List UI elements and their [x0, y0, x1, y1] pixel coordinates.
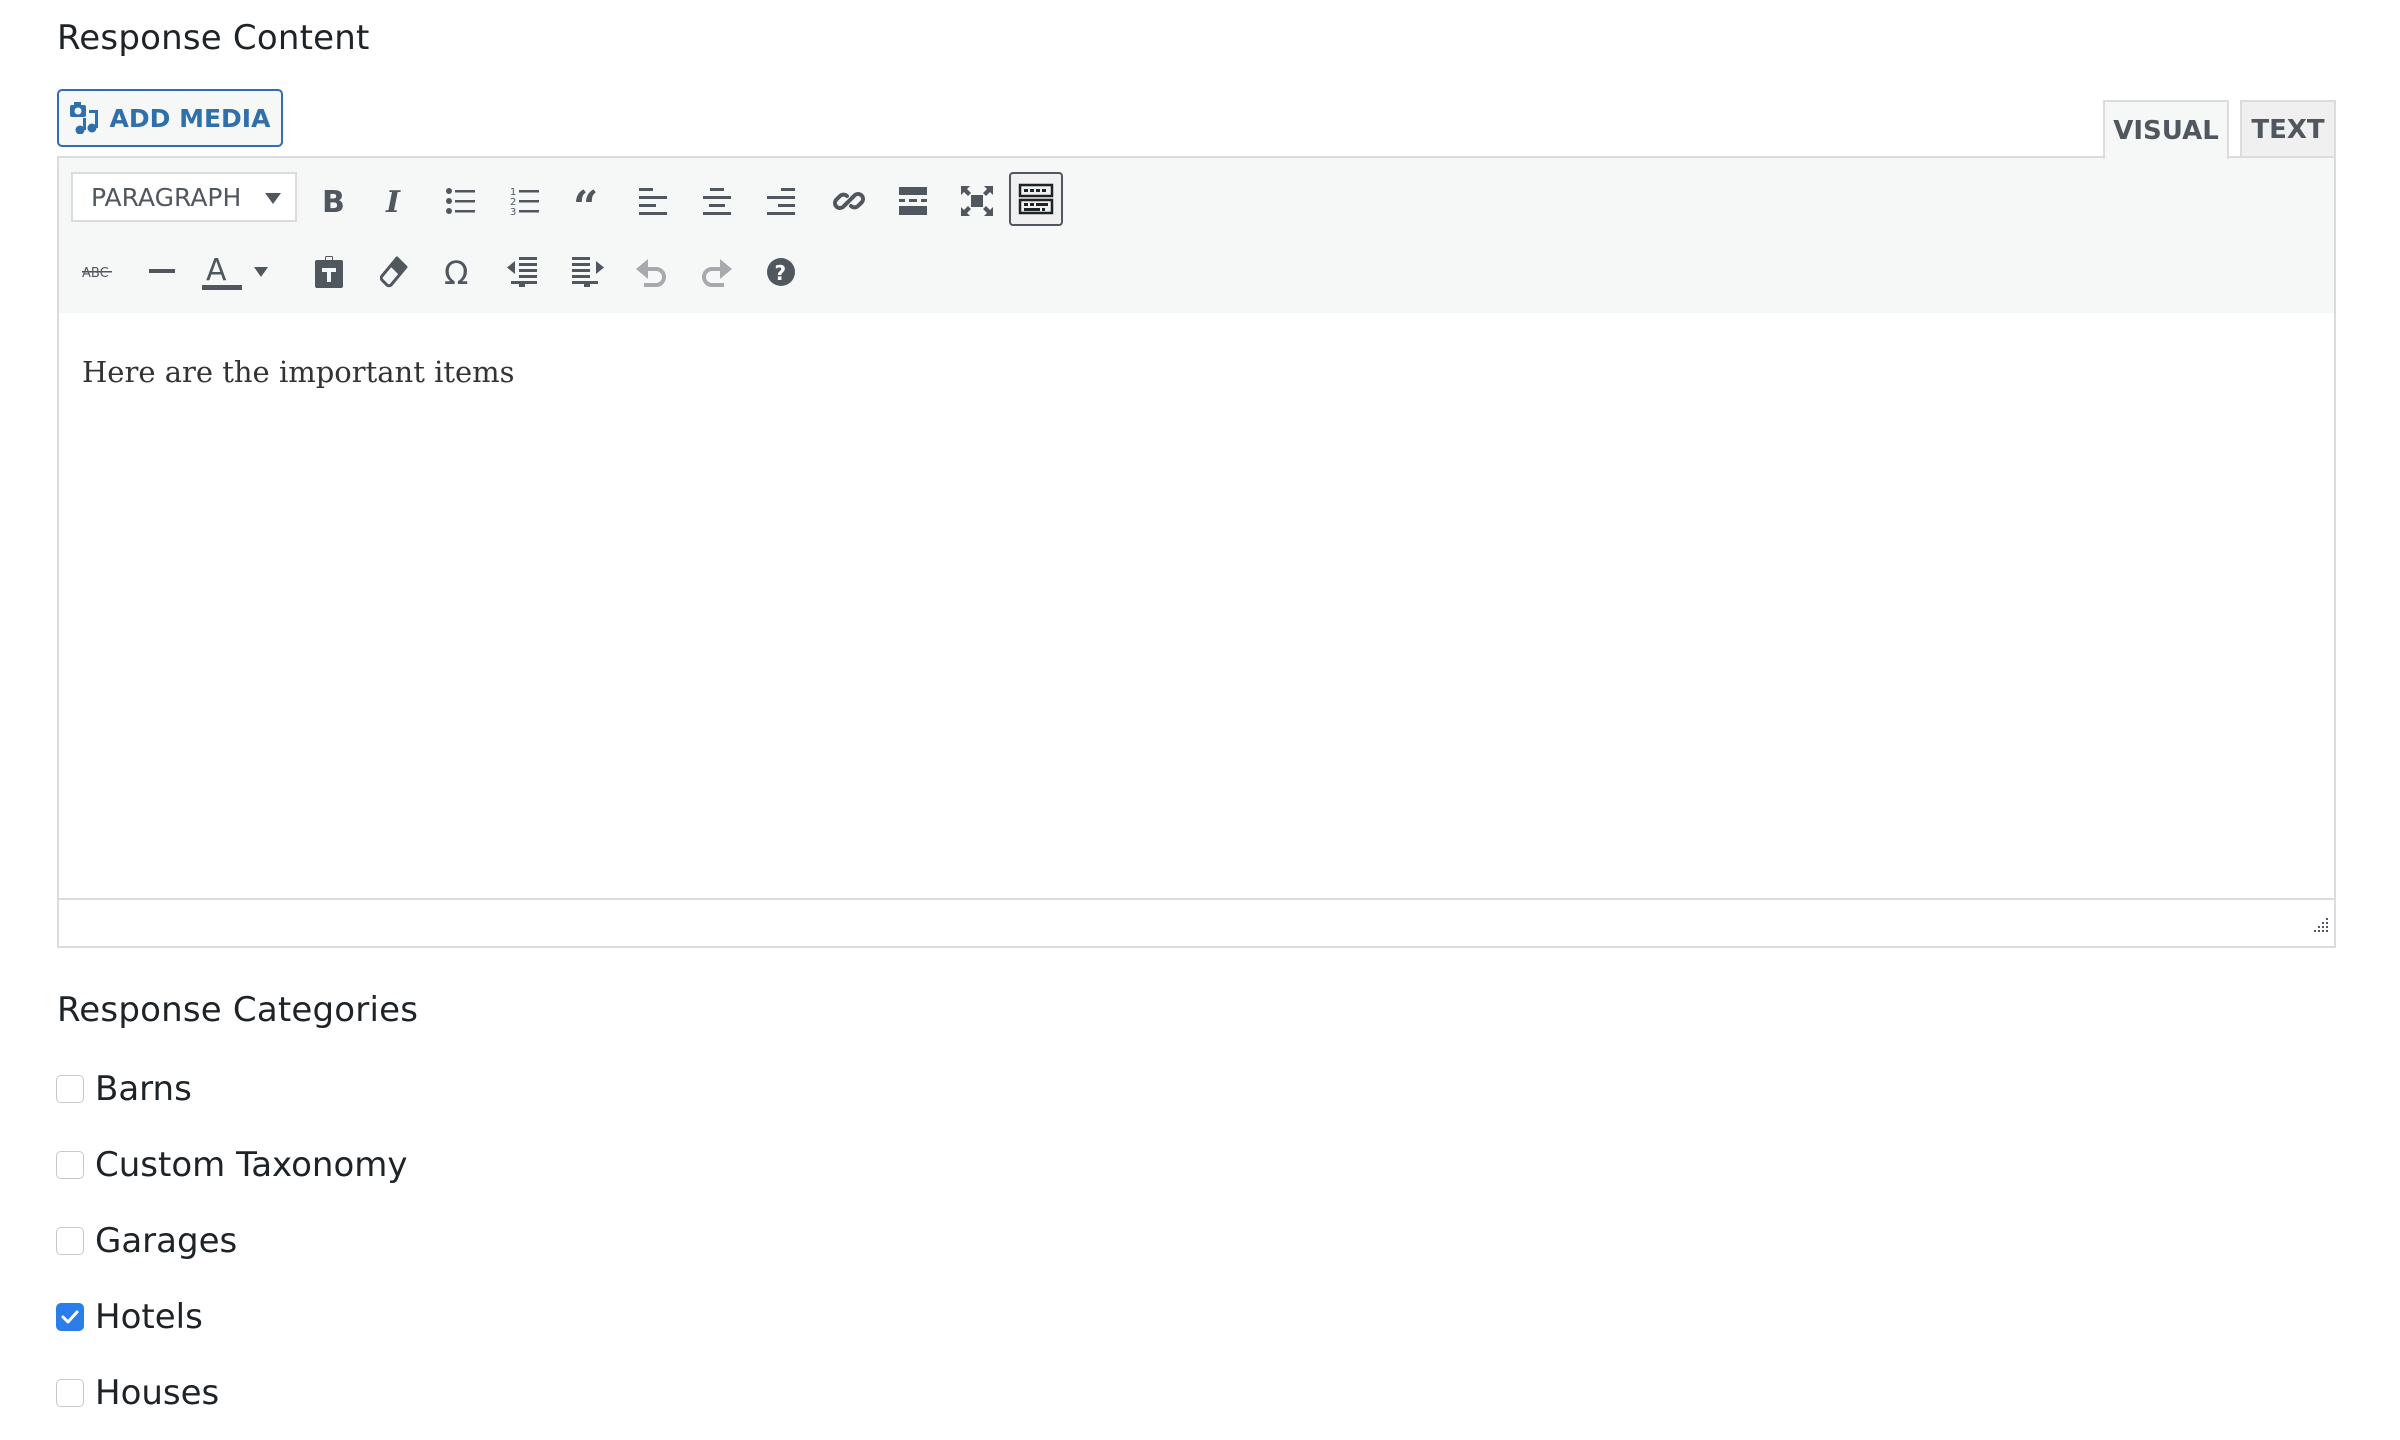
chevron-down-icon: [254, 267, 268, 277]
indent-icon: [572, 257, 604, 287]
help-icon: ?: [767, 258, 795, 286]
category-item[interactable]: Barns: [56, 1069, 192, 1109]
align-left-button[interactable]: [626, 174, 680, 228]
redo-button[interactable]: [689, 245, 743, 299]
indent-button[interactable]: [561, 245, 615, 299]
text-color-dropdown[interactable]: [246, 245, 276, 299]
clear-formatting-icon: [380, 256, 408, 288]
special-character-icon: Ω: [444, 257, 468, 287]
redo-icon: [702, 259, 732, 287]
insert-link-button[interactable]: [822, 174, 876, 228]
format-select[interactable]: PARAGRAPH: [71, 172, 297, 222]
paste-text-icon: [315, 256, 343, 288]
response-categories-heading: Response Categories: [57, 990, 419, 1030]
align-left-icon: [639, 188, 667, 215]
category-label[interactable]: Custom Taxonomy: [95, 1145, 408, 1185]
category-checkbox[interactable]: [56, 1151, 84, 1179]
fullscreen-button[interactable]: [950, 174, 1004, 228]
toolbar-toggle-icon: [1018, 183, 1054, 215]
category-label[interactable]: Houses: [95, 1373, 219, 1413]
numbered-list-button[interactable]: 123: [498, 174, 552, 228]
special-character-button[interactable]: Ω: [431, 245, 485, 299]
category-item[interactable]: Garages: [56, 1221, 237, 1261]
clear-formatting-button[interactable]: [367, 245, 421, 299]
read-more-button[interactable]: [886, 174, 940, 228]
resize-handle-icon[interactable]: [2310, 918, 2330, 942]
align-center-icon: [703, 188, 731, 215]
paste-as-text-button[interactable]: [302, 245, 356, 299]
editor-content-text: Here are the important items: [82, 355, 515, 389]
outdent-button[interactable]: [496, 245, 550, 299]
strikethrough-button[interactable]: ABC: [71, 245, 125, 299]
response-content-heading: Response Content: [57, 18, 370, 58]
tab-text[interactable]: TEXT: [2240, 100, 2336, 157]
numbered-list-icon: 123: [510, 187, 539, 216]
svg-text:3: 3: [510, 207, 516, 216]
svg-text:I: I: [385, 186, 401, 216]
svg-text:ABC: ABC: [82, 266, 109, 280]
category-label[interactable]: Hotels: [95, 1297, 203, 1337]
align-right-icon: [767, 188, 795, 215]
toolbar-toggle-button[interactable]: [1009, 172, 1063, 226]
media-icon: [69, 102, 100, 134]
bullet-list-button[interactable]: [434, 174, 488, 228]
category-checkbox[interactable]: [56, 1379, 84, 1407]
align-right-button[interactable]: [754, 174, 808, 228]
text-color-icon: A: [202, 254, 242, 290]
outdent-icon: [507, 257, 537, 287]
category-label[interactable]: Garages: [95, 1221, 237, 1261]
bold-icon: B: [322, 186, 344, 216]
horizontal-line-icon: [149, 269, 175, 273]
category-item[interactable]: Hotels: [56, 1297, 203, 1337]
read-more-icon: [899, 187, 927, 215]
editor-toolbar: PARAGRAPH B I 123 “ ABC A Ω ?: [59, 158, 2334, 315]
category-checkbox[interactable]: [56, 1075, 84, 1103]
checkmark-icon: [61, 1310, 79, 1324]
svg-text:A: A: [206, 254, 227, 288]
add-media-button[interactable]: ADD MEDIA: [57, 89, 283, 147]
blockquote-button[interactable]: “: [562, 174, 616, 228]
svg-text:Ω: Ω: [444, 257, 468, 287]
bold-button[interactable]: B: [305, 174, 359, 228]
svg-text:?: ?: [775, 261, 787, 285]
tab-visual[interactable]: VISUAL: [2103, 100, 2229, 159]
bullet-list-icon: [446, 188, 475, 214]
chevron-down-icon: [265, 193, 281, 204]
category-item[interactable]: Custom Taxonomy: [56, 1145, 408, 1185]
editor-content-area[interactable]: Here are the important items: [59, 313, 2334, 898]
horizontal-line-button[interactable]: [135, 245, 189, 299]
text-color-button[interactable]: A: [200, 245, 246, 299]
format-select-value: PARAGRAPH: [91, 182, 242, 212]
undo-icon: [636, 259, 666, 287]
category-checkbox[interactable]: [56, 1227, 84, 1255]
strikethrough-icon: ABC: [82, 266, 112, 280]
align-center-button[interactable]: [690, 174, 744, 228]
help-button[interactable]: ?: [754, 245, 808, 299]
category-checkbox[interactable]: [56, 1303, 84, 1331]
editor-statusbar: [59, 898, 2334, 946]
fullscreen-icon: [961, 186, 993, 216]
link-icon: [833, 192, 865, 210]
add-media-label: ADD MEDIA: [109, 103, 271, 133]
svg-text:“: “: [573, 188, 598, 214]
italic-icon: I: [385, 186, 401, 216]
undo-button[interactable]: [625, 245, 679, 299]
svg-text:B: B: [322, 186, 344, 216]
blockquote-icon: “: [573, 188, 598, 214]
category-item[interactable]: Houses: [56, 1373, 219, 1413]
rich-text-editor: PARAGRAPH B I 123 “ ABC A Ω ? Here are t…: [57, 156, 2336, 948]
italic-button[interactable]: I: [369, 174, 423, 228]
category-label[interactable]: Barns: [95, 1069, 192, 1109]
